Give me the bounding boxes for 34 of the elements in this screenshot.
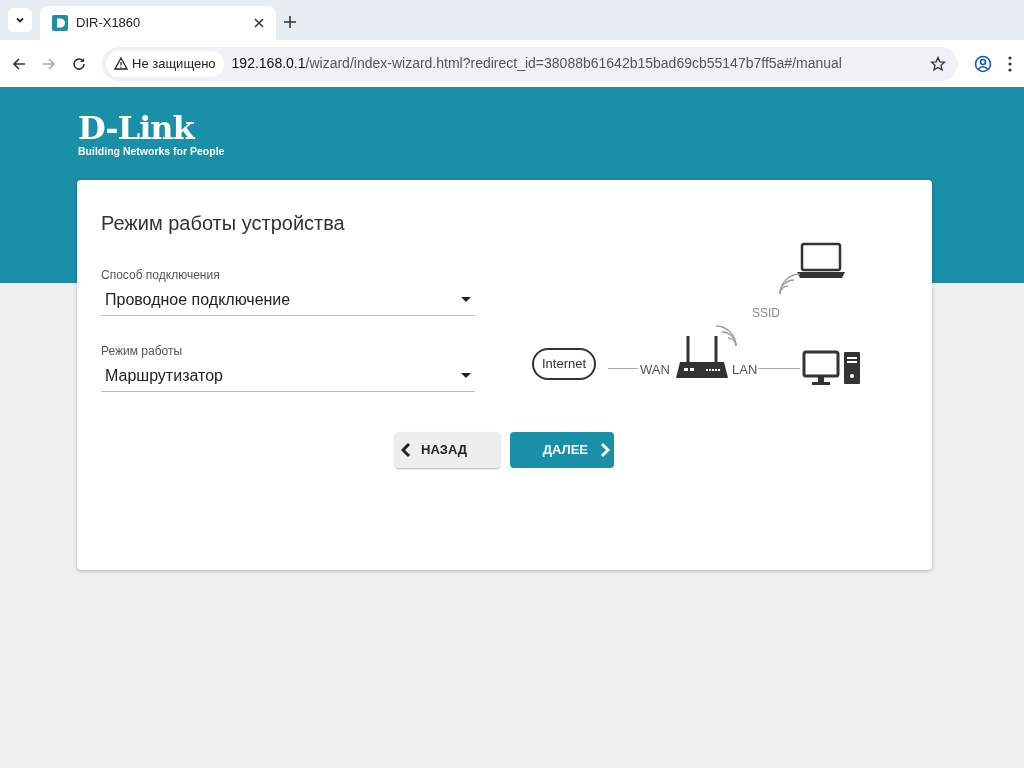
router-icon bbox=[674, 334, 730, 380]
dropdown-caret-icon bbox=[461, 373, 471, 378]
back-button[interactable]: НАЗАД bbox=[395, 432, 500, 468]
address-bar[interactable]: Не защищено 192.168.0.1/wizard/index-wizard.html?redirect_id=38088b61642b15bad69cb55147b7ff5a#/manual bbox=[102, 46, 958, 81]
cloud-node: Internet bbox=[532, 348, 597, 380]
logo: D-Link Building Networks for People bbox=[78, 111, 225, 157]
laptop-icon bbox=[796, 242, 846, 280]
reload-icon[interactable] bbox=[72, 56, 86, 71]
menu-icon[interactable] bbox=[1008, 55, 1012, 72]
favicon-icon bbox=[52, 15, 68, 31]
next-button[interactable]: ДАЛЕЕ bbox=[510, 432, 614, 468]
warning-icon bbox=[114, 57, 128, 70]
ssid-label: SSID bbox=[752, 305, 780, 322]
select-field[interactable]: Маршрутизатор bbox=[101, 360, 475, 392]
star-icon[interactable] bbox=[930, 55, 946, 72]
field-label: Способ подключения bbox=[101, 267, 221, 284]
dropdown-caret-icon bbox=[461, 297, 471, 302]
wan-label: WAN bbox=[640, 361, 670, 379]
tab-title: DIR-X1860 bbox=[76, 14, 142, 33]
chevron-left-icon bbox=[401, 442, 411, 458]
select-field[interactable]: Проводное подключение bbox=[101, 284, 475, 316]
url-text: 192.168.0.1/wizard/index-wizard.html?redirect_id=38088b61642b15bad69cb55147b7ff5a#/manual bbox=[231, 54, 843, 73]
security-chip[interactable]: Не защищено bbox=[106, 50, 224, 77]
desktop-computer-icon bbox=[802, 350, 862, 386]
browser-tab[interactable]: DIR-X1860 bbox=[40, 6, 276, 40]
chevron-right-icon bbox=[600, 442, 610, 458]
back-arrow-icon[interactable] bbox=[12, 56, 26, 71]
new-tab-icon[interactable] bbox=[284, 16, 296, 28]
tab-list-button[interactable] bbox=[8, 8, 32, 32]
field-label: Режим работы bbox=[101, 343, 184, 360]
profile-icon[interactable] bbox=[974, 54, 992, 73]
lan-label: LAN bbox=[732, 361, 758, 379]
card-title: Режим работы устройства bbox=[101, 211, 346, 236]
close-icon[interactable] bbox=[254, 18, 264, 28]
